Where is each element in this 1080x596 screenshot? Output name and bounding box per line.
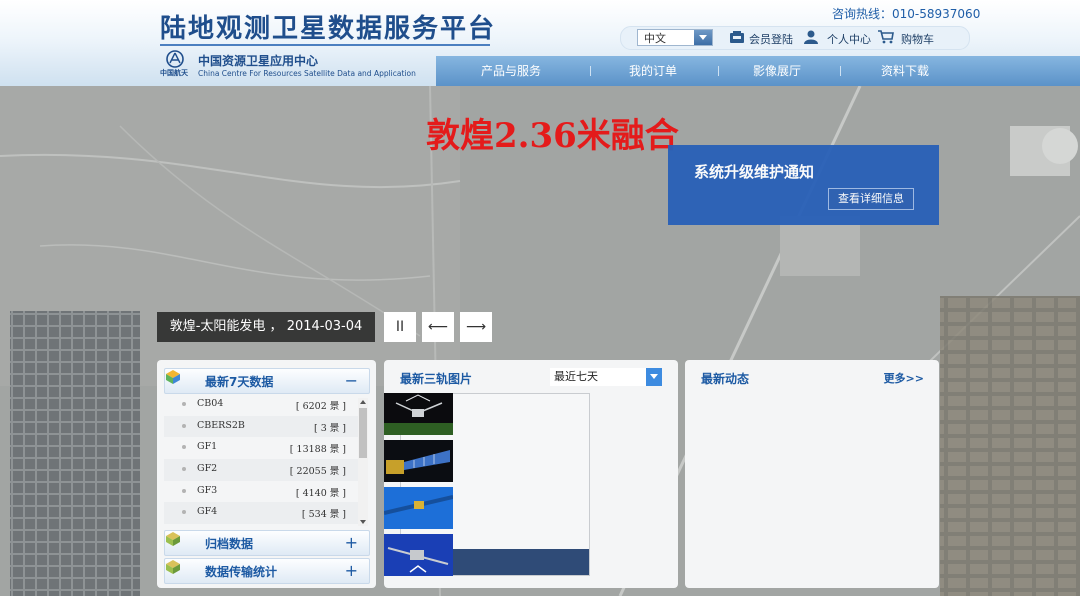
stats-box-icon: [166, 560, 180, 574]
cart-icon: [878, 30, 894, 44]
transfer-stats-header[interactable]: 数据传输统计 +: [164, 558, 370, 584]
satellite-name: GF1: [197, 441, 218, 453]
bullet-icon: [182, 488, 186, 493]
slide-caption: 敦煌-太阳能发电 ， 2014-03-04: [157, 312, 375, 342]
list-item[interactable]: CB04 [ 6202 景 ]: [164, 394, 360, 416]
news-title: 最新动态: [701, 372, 750, 386]
pause-button[interactable]: II: [384, 312, 416, 342]
org-name-cn: 中国资源卫星应用中心: [198, 54, 319, 68]
maintenance-notice: 系统升级维护通知 查看详细信息: [668, 145, 939, 225]
login-card-icon: [730, 31, 744, 43]
scroll-down-icon[interactable]: [360, 520, 366, 524]
hotline-label: 咨询热线：: [832, 7, 893, 21]
orbit-images-title: 最新三轨图片: [400, 372, 473, 386]
scene-count: [ 6202 景 ]: [295, 401, 346, 412]
bullet-icon: [182, 510, 186, 515]
satellite-banner[interactable]: 敦煌2.36米融合 系统升级维护通知 查看详细信息 敦煌-太阳能发电 ， 201…: [0, 86, 1080, 596]
transfer-stats-title: 数据传输统计: [205, 565, 278, 579]
hotline-number: 010-58937060: [892, 7, 981, 21]
nav-item-products[interactable]: 产品与服务: [436, 56, 586, 86]
latest-data-list: CB04 [ 6202 景 ] CBERS2B [ 3 景 ] GF1 [ 13…: [164, 394, 360, 526]
satellite-name: CBERS2B: [197, 419, 245, 431]
satellite-thumbnail[interactable]: [384, 440, 453, 482]
banner-title: 敦煌2.36米融合: [426, 116, 679, 156]
chart-cube-icon: [166, 370, 180, 384]
news-panel: 最新动态 更多>>: [685, 360, 939, 588]
period-select[interactable]: 最近七天: [550, 368, 662, 386]
satellite-name: GF3: [197, 484, 218, 496]
satellite-name: GF2: [197, 463, 218, 475]
list-item[interactable]: GF4 [ 534 景 ]: [164, 502, 360, 525]
site-header: 陆地观测卫星数据服务平台 中国航天 中国资源卫星应用中心 China Centr…: [0, 0, 1080, 86]
list-item[interactable]: GF2 [ 22055 景 ]: [164, 459, 360, 481]
org-name-en: China Centre For Resources Satellite Dat…: [198, 69, 416, 78]
scene-count: [ 3 景 ]: [313, 422, 346, 434]
satellite-name: GF4: [197, 506, 218, 518]
user-center-link[interactable]: 个人中心: [827, 31, 871, 47]
scene-count: [ 22055 景 ]: [289, 466, 346, 478]
archive-box-icon: [166, 532, 180, 546]
language-select[interactable]: 中文: [637, 29, 713, 46]
orbit-images-panel: 最新三轨图片 最近七天: [384, 360, 678, 588]
list-item[interactable]: GF1 [ 13188 景 ]: [164, 437, 360, 459]
site-title[interactable]: 陆地观测卫星数据服务平台: [160, 8, 496, 45]
title-divider: [160, 44, 490, 46]
user-toolbar: 中文 会员登陆 个人中心 购物车: [620, 26, 970, 50]
latest-data-header[interactable]: 最新7天数据 −: [164, 368, 370, 394]
language-value: 中文: [644, 32, 666, 45]
satellite-thumbnail[interactable]: [384, 393, 453, 435]
list-item[interactable]: GF3 [ 4140 景 ]: [164, 481, 360, 503]
collapse-icon[interactable]: −: [345, 371, 358, 390]
satellite-name: CB04: [197, 398, 224, 409]
period-value: 最近七天: [554, 370, 598, 383]
satellite-thumbnail[interactable]: [384, 487, 453, 529]
list-scrollbar[interactable]: [358, 398, 368, 526]
satellite-thumbnail[interactable]: [384, 534, 453, 576]
notice-title: 系统升级维护通知: [694, 163, 815, 181]
archive-data-header[interactable]: 归档数据 +: [164, 530, 370, 556]
user-icon: [804, 30, 818, 44]
latest-data-title: 最新7天数据: [205, 375, 274, 389]
next-arrow-icon[interactable]: ⟶: [460, 312, 492, 342]
bullet-icon: [182, 445, 186, 450]
member-login-link[interactable]: 会员登陆: [749, 31, 793, 47]
expand-icon[interactable]: +: [345, 561, 358, 580]
prev-arrow-icon[interactable]: ⟵: [422, 312, 454, 342]
chevron-down-icon[interactable]: [694, 30, 712, 45]
nav-item-downloads[interactable]: 资料下载: [830, 56, 980, 86]
chevron-down-icon[interactable]: [646, 368, 662, 386]
expand-icon[interactable]: +: [345, 533, 358, 552]
cart-link[interactable]: 购物车: [901, 31, 934, 47]
bullet-icon: [182, 467, 186, 472]
scroll-thumb[interactable]: [359, 408, 367, 458]
hotline: 咨询热线：010-58937060: [832, 5, 980, 22]
archive-data-title: 归档数据: [205, 537, 254, 551]
bullet-icon: [182, 402, 186, 406]
scene-count: [ 13188 景 ]: [289, 444, 346, 456]
notice-details-button[interactable]: 查看详细信息: [828, 188, 914, 210]
latest-data-panel: 最新7天数据 − CB04 [ 6202 景 ] CBERS2B [ 3 景 ]…: [157, 360, 376, 588]
scroll-up-icon[interactable]: [360, 400, 366, 404]
bullet-icon: [182, 423, 186, 428]
scene-count: [ 534 景 ]: [301, 509, 346, 521]
scene-count: [ 4140 景 ]: [295, 487, 346, 499]
main-nav: 产品与服务 我的订单 影像展厅 资料下载: [436, 56, 1080, 86]
news-more-link[interactable]: 更多>>: [884, 370, 924, 386]
org-logo-text: 中国航天: [160, 69, 188, 77]
list-item[interactable]: CBERS2B [ 3 景 ]: [164, 415, 360, 438]
